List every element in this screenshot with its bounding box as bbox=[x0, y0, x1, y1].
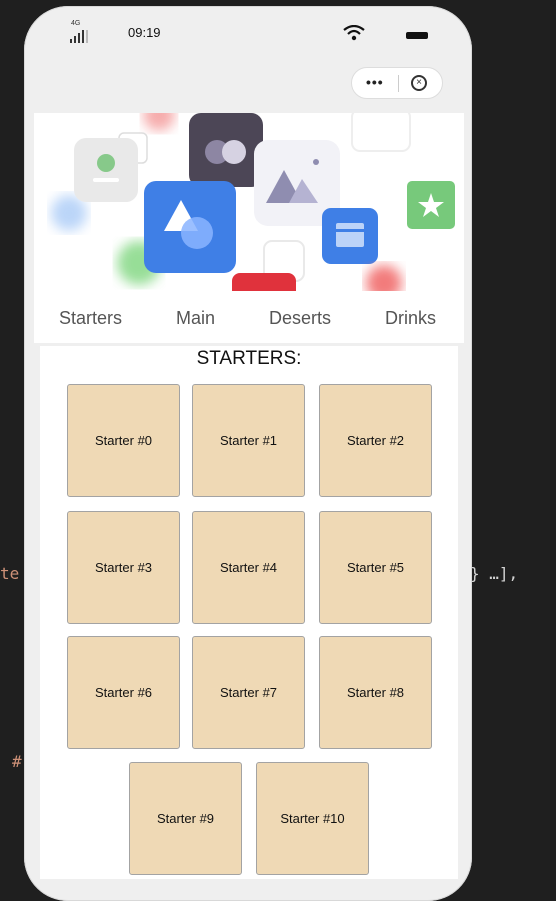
menu-item-card[interactable]: Starter #8 bbox=[319, 636, 432, 749]
network-label: 4G bbox=[71, 20, 81, 27]
menu-item-card[interactable]: Starter #7 bbox=[192, 636, 305, 749]
tab-main[interactable]: Main bbox=[176, 308, 215, 329]
menu-item-card[interactable]: Starter #0 bbox=[67, 384, 180, 497]
menu-item-card[interactable]: Starter #1 bbox=[192, 384, 305, 497]
tab-drinks[interactable]: Drinks bbox=[385, 308, 436, 329]
menu-item-card[interactable]: Starter #9 bbox=[129, 762, 242, 875]
more-menu-button[interactable]: ••• bbox=[366, 74, 384, 90]
menu-item-card[interactable]: Starter #3 bbox=[67, 511, 180, 624]
battery-icon bbox=[406, 32, 428, 39]
background-code-fragment-right: } …], bbox=[470, 564, 519, 583]
background-code-fragment-left: te bbox=[0, 564, 20, 583]
menu-item-card[interactable]: Starter #2 bbox=[319, 384, 432, 497]
menu-item-card[interactable]: Starter #10 bbox=[256, 762, 369, 875]
phone-frame: 4G 09:19 ••• × Starters Main Deserts Dri… bbox=[24, 6, 472, 901]
mini-program-capsule: ••• × bbox=[351, 67, 443, 99]
close-icon[interactable]: × bbox=[411, 75, 427, 91]
menu-item-card[interactable]: Starter #6 bbox=[67, 636, 180, 749]
background-code-fragment-hash: # bbox=[12, 752, 22, 771]
status-bar: 4G 09:19 bbox=[24, 6, 472, 58]
menu-item-card[interactable]: Starter #4 bbox=[192, 511, 305, 624]
menu-item-card[interactable]: Starter #5 bbox=[319, 511, 432, 624]
signal-icon: 4G bbox=[70, 20, 92, 43]
banner-image bbox=[34, 113, 464, 291]
wifi-icon bbox=[343, 24, 365, 41]
tab-deserts[interactable]: Deserts bbox=[269, 308, 331, 329]
menu-content: STARTERS: Starter #0 Starter #1 Starter … bbox=[40, 346, 458, 879]
section-title: STARTERS: bbox=[196, 348, 302, 369]
tab-starters[interactable]: Starters bbox=[59, 308, 122, 329]
status-time: 09:19 bbox=[128, 25, 161, 40]
capsule-divider bbox=[398, 75, 399, 92]
category-tabs: Starters Main Deserts Drinks bbox=[34, 291, 464, 343]
